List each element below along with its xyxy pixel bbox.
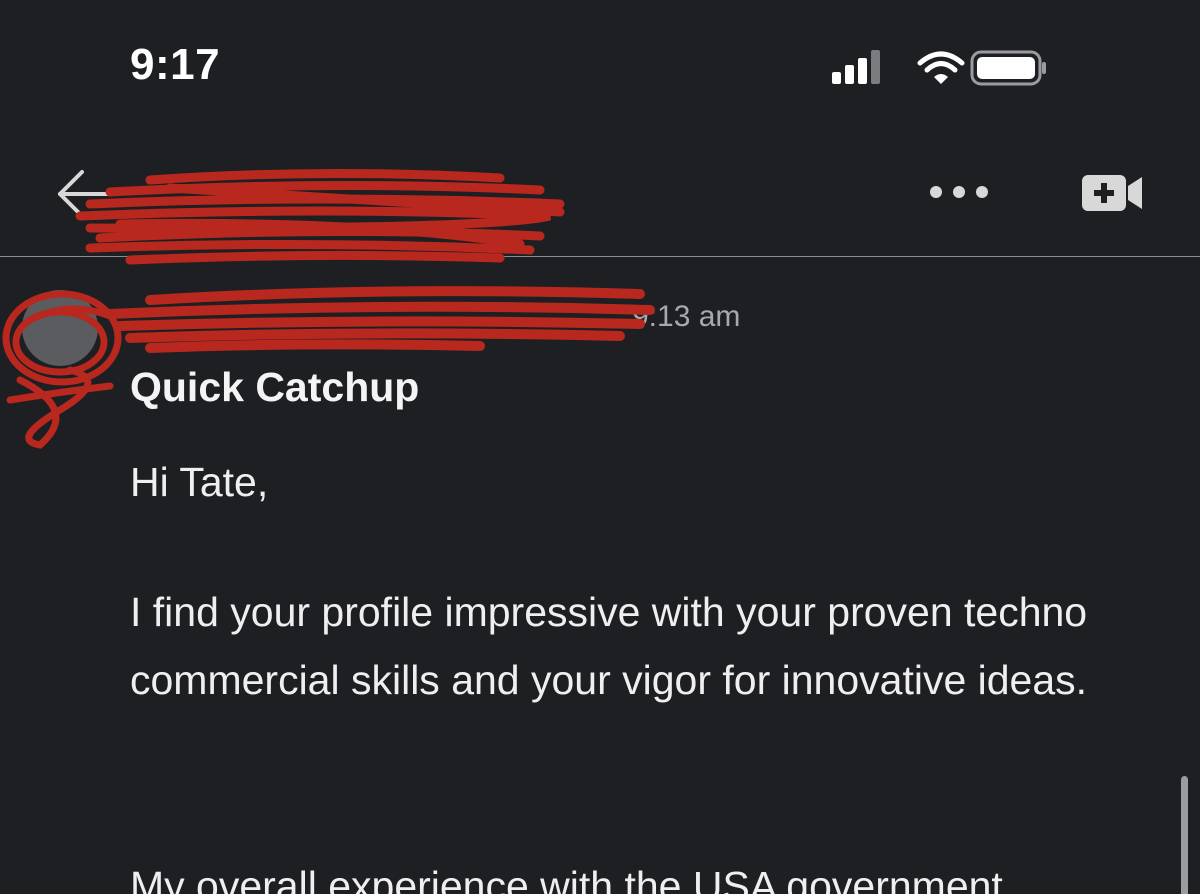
signal-icon [832, 50, 880, 84]
scrollbar[interactable] [1181, 776, 1188, 894]
message-greeting: Hi Tate, [130, 459, 269, 505]
message-paragraph: I find your profile impressive with your… [130, 589, 1088, 703]
conversation-header [0, 150, 1200, 257]
status-time: 9:17 [130, 40, 221, 89]
message-paragraph: My overall experience with the USA gover… [130, 863, 1003, 894]
message-subject: Quick Catchup [130, 364, 420, 410]
avatar[interactable] [22, 290, 98, 366]
wifi-icon [917, 51, 965, 84]
back-arrow-icon[interactable] [54, 168, 120, 220]
message-timestamp: 9:13 am [632, 300, 741, 333]
more-icon[interactable] [926, 180, 992, 204]
add-video-call-icon[interactable] [1080, 172, 1144, 214]
battery-icon [970, 50, 1046, 86]
message-sender-row: 9:13 am [0, 290, 1200, 366]
